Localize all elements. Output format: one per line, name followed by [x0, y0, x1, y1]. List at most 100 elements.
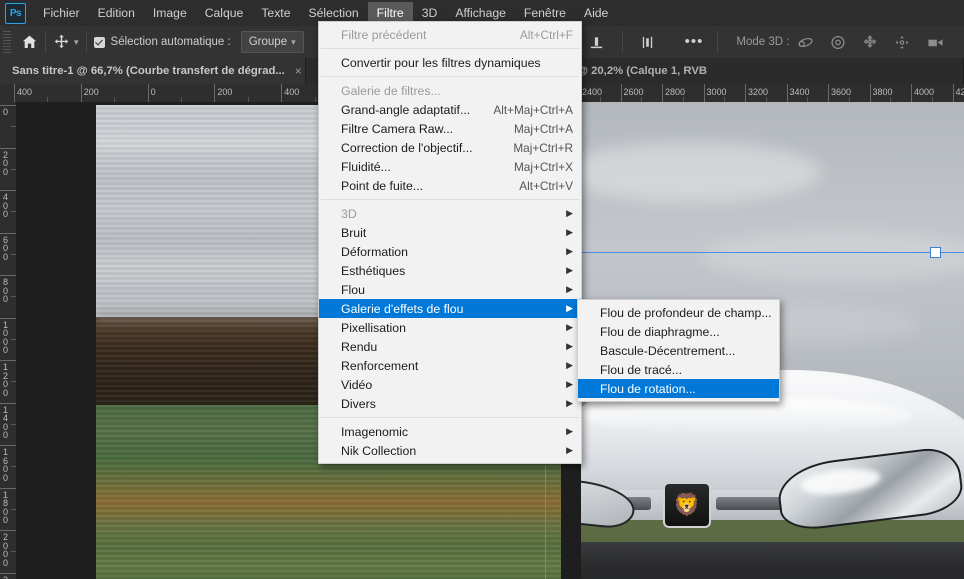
- ruler-tick: 400: [0, 190, 16, 218]
- filter-menu-item-label: Imagenomic: [341, 424, 408, 439]
- options-separator-2: [85, 31, 87, 53]
- options-bar-grip[interactable]: [3, 31, 11, 53]
- ruler-tick-label: 400: [17, 87, 33, 97]
- slide-3d-icon[interactable]: [894, 35, 910, 50]
- home-icon[interactable]: [21, 34, 38, 50]
- filter-menu-item-nik-collection[interactable]: Nik Collection ▶: [319, 441, 581, 460]
- ruler-tick-label: 3800: [872, 87, 893, 97]
- ruler-tick: 200: [80, 84, 99, 102]
- ruler-tick: 3200: [745, 84, 768, 102]
- mode-3d-label: Mode 3D :: [736, 36, 790, 48]
- filter-menu-item-shortcut: Alt+Ctrl+V: [519, 178, 573, 193]
- blur-submenu-item-flou-de-profondeur-de-champ[interactable]: Flou de profondeur de champ...: [578, 303, 779, 322]
- menubar-item-image[interactable]: Image: [144, 2, 196, 24]
- ruler-tick: 1600: [0, 445, 16, 482]
- move-tool-icon[interactable]: [53, 34, 70, 51]
- ruler-tick: 2600: [620, 84, 644, 102]
- filter-menu-item-label: Renforcement: [341, 358, 419, 373]
- menubar-item-calque[interactable]: Calque: [196, 2, 253, 24]
- camera-3d-icon[interactable]: [926, 35, 944, 50]
- blur-submenu-item-flou-de-tracé[interactable]: Flou de tracé...: [578, 360, 779, 379]
- filter-menu-item-label: Pixellisation: [341, 320, 406, 335]
- filter-menu-item-divers[interactable]: Divers ▶: [319, 394, 581, 413]
- menubar-item-texte[interactable]: Texte: [252, 2, 299, 24]
- align-bottom-edges-icon[interactable]: [589, 35, 604, 50]
- ruler-tick-label: 1800: [3, 489, 9, 525]
- chevron-right-icon: ▶: [566, 398, 573, 408]
- filter-menu-item-vidéo[interactable]: Vidéo ▶: [319, 375, 581, 394]
- filter-menu-item-convertir-pour-les-filtres-dynamiques[interactable]: Convertir pour les filtres dynamiques: [319, 53, 581, 72]
- filter-menu-item-grand-angle-adaptatif[interactable]: Grand-angle adaptatif... Alt+Maj+Ctrl+A: [319, 100, 581, 119]
- ruler-tick-label: 3600: [831, 87, 852, 97]
- filter-menu-item-pixellisation[interactable]: Pixellisation ▶: [319, 318, 581, 337]
- selection-guide-horizontal[interactable]: [577, 252, 964, 253]
- ruler-tick-label: 2000: [3, 532, 9, 568]
- filter-menu-item-correction-de-l-objectif[interactable]: Correction de l'objectif... Maj+Ctrl+R: [319, 138, 581, 157]
- ruler-tick: 2800: [662, 84, 685, 102]
- tool-preset-chevron-down-icon[interactable]: ▾: [74, 37, 79, 48]
- filter-menu-item-galerie-d-effets-de-flou[interactable]: Galerie d'effets de flou ▶: [319, 299, 581, 318]
- ruler-tick-label: 400: [3, 192, 9, 219]
- roll-3d-icon[interactable]: [830, 35, 846, 50]
- filter-menu-item-esthétiques[interactable]: Esthétiques ▶: [319, 261, 581, 280]
- horizontal-ruler-right[interactable]: 2400 2600 2800 3000 3200 3400 3600 3800 4000 420: [577, 84, 964, 103]
- chevron-right-icon: ▶: [566, 227, 573, 237]
- filter-menu-item-filtre-camera-raw[interactable]: Filtre Camera Raw... Maj+Ctrl+A: [319, 119, 581, 138]
- blur-submenu-item-bascule-décentrement[interactable]: Bascule-Décentrement...: [578, 341, 779, 360]
- menubar-item-edition[interactable]: Edition: [89, 2, 144, 24]
- chevron-right-icon: ▶: [566, 341, 573, 351]
- blur-submenu-item-flou-de-diaphragme[interactable]: Flou de diaphragme...: [578, 322, 779, 341]
- ruler-tick-label: 1400: [3, 404, 9, 440]
- document-tab-1-title: Sans titre-1 @ 66,7% (Courbe transfert d…: [12, 65, 285, 77]
- ruler-tick: 400: [281, 84, 299, 102]
- ruler-tick-label: 600: [3, 234, 9, 262]
- selection-guide-vertical[interactable]: [545, 466, 546, 579]
- filter-menu-item-filtre-précédent[interactable]: Filtre précédent Alt+Ctrl+F: [319, 25, 581, 44]
- blur-gallery-submenu[interactable]: Flou de profondeur de champ... Flou de di…: [577, 299, 780, 402]
- document-tab-1-close-icon[interactable]: ×: [295, 64, 302, 78]
- photoshop-window: Ps Fichier Edition Image Calque Texte Sélecti…: [0, 0, 964, 579]
- more-options-button[interactable]: •••: [685, 34, 704, 49]
- vertical-ruler[interactable]: 0 200 400 600 800 1000 1200 1400 1600 1800 2000 22: [0, 102, 17, 579]
- filter-menu[interactable]: Filtre précédent Alt+Ctrl+F Convertir pour…: [318, 21, 582, 464]
- orbit-3d-icon[interactable]: [797, 35, 814, 50]
- chevron-right-icon: ▶: [566, 322, 573, 332]
- distribute-horizontal-icon[interactable]: [640, 35, 655, 50]
- ruler-tick: 600: [0, 232, 16, 261]
- menubar-item-fichier[interactable]: Fichier: [34, 2, 89, 24]
- ruler-tick: 200: [214, 84, 232, 102]
- ruler-tick: 0: [0, 105, 16, 116]
- filter-menu-item-bruit[interactable]: Bruit ▶: [319, 223, 581, 242]
- ruler-tick-label: 2400: [582, 87, 603, 97]
- document-tab-1[interactable]: Sans titre-1 @ 66,7% (Courbe transfert d…: [0, 58, 306, 84]
- transform-handle[interactable]: [930, 247, 941, 258]
- filter-menu-item-renforcement[interactable]: Renforcement ▶: [319, 356, 581, 375]
- pan-3d-icon[interactable]: [862, 34, 878, 50]
- auto-select-scope-value: Groupe: [248, 36, 288, 48]
- ruler-tick: 400: [14, 84, 32, 102]
- filter-menu-item-déformation[interactable]: Déformation ▶: [319, 242, 581, 261]
- filter-menu-item-fluidité[interactable]: Fluidité... Maj+Ctrl+X: [319, 157, 581, 176]
- filter-menu-item-3d[interactable]: 3D ▶: [319, 204, 581, 223]
- options-separator-1: [45, 31, 46, 53]
- filter-menu-item-label: Fluidité...: [341, 159, 391, 174]
- car-bumper: [581, 542, 964, 579]
- filter-menu-item-label: Point de fuite...: [341, 178, 424, 193]
- chevron-right-icon: ▶: [566, 284, 573, 294]
- blur-submenu-item-flou-de-rotation[interactable]: Flou de rotation...: [578, 379, 779, 398]
- auto-select-checkbox[interactable]: [93, 36, 105, 48]
- filter-menu-item-imagenomic[interactable]: Imagenomic ▶: [319, 422, 581, 441]
- blur-submenu-item-label: Bascule-Décentrement...: [600, 343, 736, 358]
- ruler-tick-label: 200: [3, 149, 9, 177]
- filter-menu-item-point-de-fuite[interactable]: Point de fuite... Alt+Ctrl+V: [319, 176, 581, 195]
- ruler-tick: 1800: [0, 487, 16, 525]
- filter-menu-item-flou[interactable]: Flou ▶: [319, 280, 581, 299]
- filter-menu-item-galerie-de-filtres[interactable]: Galerie de filtres...: [319, 81, 581, 100]
- filter-menu-separator: [321, 76, 579, 77]
- filter-menu-item-shortcut: Maj+Ctrl+X: [513, 159, 573, 174]
- auto-select-scope-dropdown[interactable]: Groupe ▾: [240, 31, 304, 53]
- ruler-tick: 3800: [869, 84, 893, 102]
- ruler-tick-label: 3200: [748, 87, 769, 97]
- filter-menu-item-label: Divers: [341, 396, 376, 411]
- filter-menu-item-rendu[interactable]: Rendu ▶: [319, 337, 581, 356]
